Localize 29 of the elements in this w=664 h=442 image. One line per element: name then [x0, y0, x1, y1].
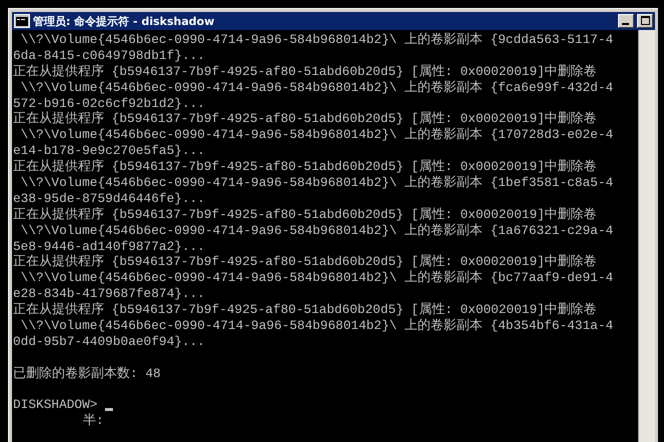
console-line: e28-834b-4179687fe874}... [13, 286, 205, 302]
console-line: 0dd-95b7-4409b0ae0f94}... [13, 334, 205, 350]
console-line: 正在从提供程序 {b5946137-7b9f-4925-af80-51abd60b20d5} [属性: 0x00020019]中删除卷 [13, 254, 597, 270]
minimize-button[interactable] [618, 14, 634, 28]
console-line: 正在从提供程序 {b5946137-7b9f-4925-af80-51abd60b20d5} [属性: 0x00020019]中删除卷 [13, 159, 597, 175]
console-line: \\?\Volume{4546b6ec-0990-4714-9a96-584b968014b2}\ 上的卷影副本 {170728d3-e02e-4 [20, 127, 614, 144]
console-line: \\?\Volume{4546b6ec-0990-4714-9a96-584b968014b2}\ 上的卷影副本 {4b354bf6-431a-4 [20, 318, 614, 334]
console-line: e14-b178-9e9c270e5fa5}... [13, 143, 205, 159]
window-title: 管理员: 命令提示符 - diskshadow [33, 14, 214, 28]
console-line: \\?\Volume{4546b6ec-0990-4714-9a96-584b968014b2}\ 上的卷影副本 {1bef3581-c8a5-4 [20, 175, 614, 191]
console-line: 正在从提供程序 {b5946137-7b9f-4925-af80-51abd60b20d5} [属性: 0x00020019]中删除卷 [13, 206, 597, 223]
console-line: 正在从提供程序 {b5946137-7b9f-4925-af80-51abd60b20d5} [属性: 0x00020019]中删除卷 [13, 64, 597, 80]
ime-indicator: 半: [83, 413, 104, 430]
console-icon [14, 14, 30, 28]
maximize-button[interactable] [637, 14, 653, 28]
maximize-icon [640, 16, 650, 25]
console-line: e38-95de-8759d46446fe}... [13, 190, 205, 207]
console-line: 已删除的卷影副本数: 48 [13, 366, 161, 382]
command-prompt: DISKSHADOW> [13, 397, 98, 413]
console-line: \\?\Volume{4546b6ec-0990-4714-9a96-584b968014b2}\ 上的卷影副本 {1a676321-c29a-4 [20, 222, 614, 239]
console-line: \\?\Volume{4546b6ec-0990-4714-9a96-584b968014b2}\ 上的卷影副本 {bc77aaf9-de91-4 [20, 270, 614, 286]
scrollbar[interactable] [638, 30, 655, 442]
console-line: 6da-8415-c0649798db1f}... [13, 48, 205, 64]
console-line: 正在从提供程序 {b5946137-7b9f-4925-af80-51abd60b20d5} [属性: 0x00020019]中删除卷 [13, 302, 597, 318]
console-line: \\?\Volume{4546b6ec-0990-4714-9a96-584b968014b2}\ 上的卷影副本 {fca6e99f-432d-4 [20, 80, 614, 96]
console-line: 5e8-9446-ad140f9877a2}... [13, 238, 205, 254]
console-line: 572-b916-02c6cf92b1d2}... [13, 96, 205, 111]
console-line: 正在从提供程序 {b5946137-7b9f-4925-af80-51abd60b20d5} [属性: 0x00020019]中删除卷 [13, 111, 597, 127]
console-line: \\?\Volume{4546b6ec-0990-4714-9a96-584b968014b2}\ 上的卷影副本 {9cdda563-5117-4 [20, 32, 614, 48]
